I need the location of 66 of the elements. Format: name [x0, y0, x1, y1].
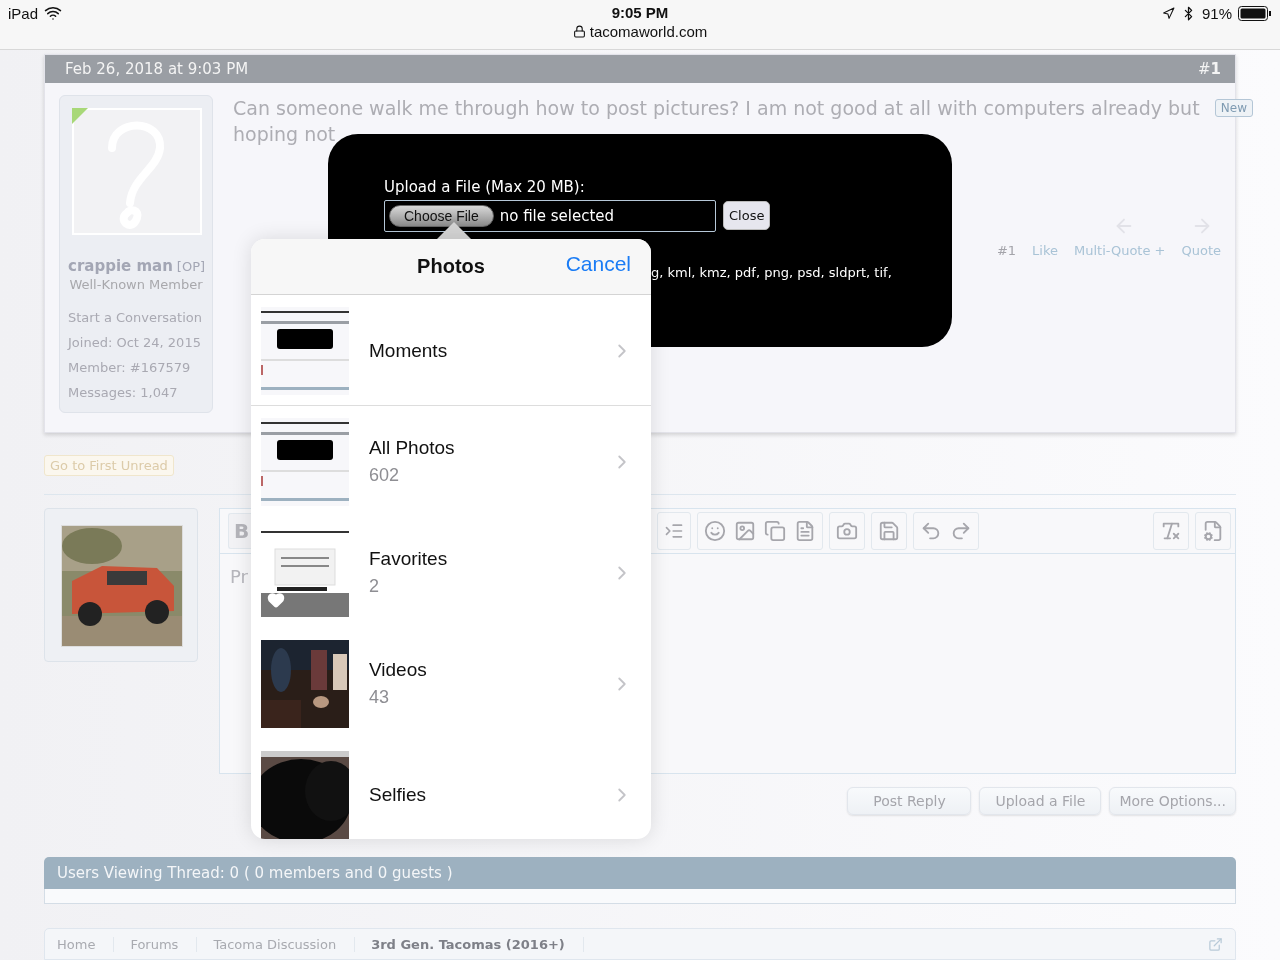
document-icon[interactable]: [794, 520, 816, 542]
go-to-first-unread-button[interactable]: Go to First Unread: [44, 455, 174, 476]
file-status: no file selected: [499, 207, 615, 225]
breadcrumb-link[interactable]: 3rd Gen. Tacomas (2016+): [355, 936, 584, 952]
battery-percentage: 91%: [1201, 4, 1232, 22]
location-arrow-icon: [1161, 6, 1175, 20]
upload-label: Upload a File (Max 20 MB):: [384, 178, 585, 196]
post-number[interactable]: #1: [1198, 60, 1221, 78]
choose-file-button[interactable]: Choose File: [389, 205, 494, 227]
album-row[interactable]: Moments: [251, 295, 651, 406]
remove-formatting-icon[interactable]: [1160, 520, 1182, 542]
clock-time: 9:05 PM: [611, 4, 669, 21]
cancel-button[interactable]: Cancel: [565, 252, 631, 276]
image-icon[interactable]: [734, 520, 756, 542]
post-action-link[interactable]: Multi-Quote +: [1073, 243, 1166, 258]
album-row[interactable]: Videos 43: [251, 628, 651, 739]
breadcrumb-link[interactable]: Home: [57, 936, 115, 952]
bold-button[interactable]: B: [228, 513, 251, 549]
file-input[interactable]: Choose File no file selected: [384, 200, 716, 232]
editor-placeholder: Pr: [230, 566, 248, 587]
album-name: Selfies: [369, 783, 428, 806]
breadcrumb-link[interactable]: Tacoma Discussion: [197, 936, 356, 952]
message-text: Can someone walk me through how to post pictures? I am not good at all with computers already but: [233, 96, 1201, 121]
album-name: Favorites: [369, 548, 449, 570]
album-count: 602: [369, 465, 401, 486]
post-action-link[interactable]: Like: [1032, 243, 1058, 258]
undo-icon[interactable]: [920, 520, 942, 542]
users-viewing-bar: Users Viewing Thread: 0 ( 0 members and 0 guests ): [44, 857, 1236, 889]
picker-title: Photos: [417, 255, 485, 278]
user-stat: Messages: 1,047: [68, 385, 179, 400]
indent-icon[interactable]: [664, 521, 684, 541]
user-stat: Member: #167579: [68, 360, 192, 375]
new-badge: New: [1214, 99, 1253, 117]
save-icon[interactable]: [878, 520, 900, 542]
redo-icon[interactable]: [950, 520, 972, 542]
author-title: Well-Known Member: [68, 277, 204, 292]
editor-action-button[interactable]: Post Reply: [847, 787, 972, 815]
battery-icon: [1238, 5, 1272, 21]
album-row[interactable]: Favorites 2: [251, 517, 651, 628]
close-button[interactable]: Close: [723, 201, 771, 230]
heart-icon: [267, 590, 285, 609]
external-link-icon: [1208, 936, 1223, 952]
copy-icon[interactable]: [764, 520, 786, 542]
album-count: 43: [369, 687, 391, 708]
wifi-icon: [44, 4, 63, 22]
author-name[interactable]: crappie man [OP]: [68, 257, 204, 275]
album-name: All Photos: [369, 437, 456, 459]
start-conversation-link[interactable]: Start a Conversation: [68, 310, 204, 325]
camera-icon[interactable]: [836, 520, 858, 542]
smiley-icon[interactable]: [704, 520, 726, 542]
device-name: iPad: [8, 4, 39, 22]
album-name: Videos: [369, 659, 428, 681]
editor-action-button[interactable]: Upload a File: [979, 787, 1102, 815]
breadcrumb-link[interactable]: Forums: [114, 936, 198, 952]
album-name: Moments: [369, 339, 449, 362]
user-stat: Joined: Oct 24, 2015: [68, 335, 202, 350]
address-bar[interactable]: tacomaworld.com: [572, 23, 708, 40]
message-text: hoping not: [233, 122, 337, 147]
post-date: Feb 26, 2018 at 9:03 PM: [65, 60, 249, 78]
editor-action-button[interactable]: More Options...: [1109, 787, 1236, 815]
post-permalink[interactable]: #1: [996, 243, 1017, 258]
lock-icon: [572, 25, 586, 38]
allowed-file-types: g, kml, kmz, pdf, png, psd, sldprt, tif,: [651, 265, 892, 280]
file-gear-icon[interactable]: [1202, 520, 1224, 542]
album-count: 2: [369, 576, 380, 597]
post-action-link[interactable]: Quote: [1181, 243, 1221, 258]
